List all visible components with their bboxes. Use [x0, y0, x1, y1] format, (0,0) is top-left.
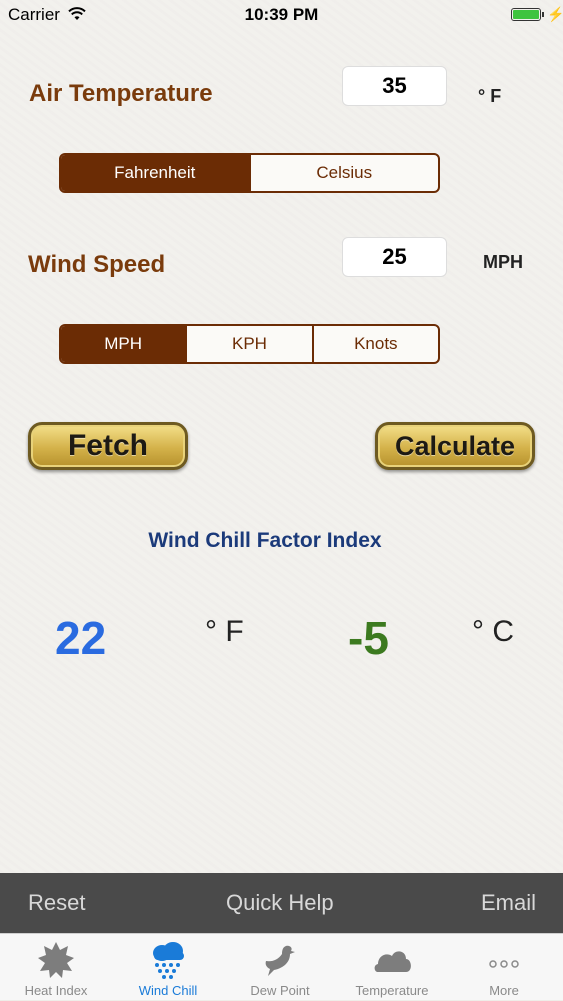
- speed-unit-selector: MPH KPH Knots: [59, 324, 440, 364]
- cloud-icon: [374, 951, 411, 972]
- snow-cloud-icon: [153, 942, 184, 979]
- segment-kph[interactable]: KPH: [185, 326, 311, 362]
- wind-speed-input[interactable]: 25: [342, 237, 447, 277]
- tab-label: Temperature: [355, 983, 429, 998]
- result-fahrenheit-value: 22: [55, 612, 107, 664]
- tab-dew-point[interactable]: Dew Point: [224, 934, 336, 1001]
- segment-fahrenheit[interactable]: Fahrenheit: [61, 155, 249, 191]
- charging-icon: ⚡: [547, 6, 563, 22]
- calculate-button[interactable]: Calculate: [375, 422, 535, 470]
- tab-heat-index[interactable]: Heat Index: [0, 934, 112, 1001]
- tab-label: Wind Chill: [138, 983, 198, 998]
- action-bar: Reset Quick Help Email: [0, 873, 563, 933]
- air-temperature-unit: ° F: [478, 86, 502, 106]
- tab-label: More: [489, 983, 519, 998]
- fetch-button[interactable]: Fetch: [28, 422, 188, 470]
- wind-speed-label: Wind Speed: [28, 251, 166, 278]
- reset-button[interactable]: Reset: [28, 890, 85, 916]
- tab-wind-chill[interactable]: Wind Chill: [112, 934, 224, 1001]
- sun-icon: [38, 942, 74, 978]
- air-temperature-input[interactable]: 35: [342, 66, 447, 106]
- temperature-unit-selector: Fahrenheit Celsius: [59, 153, 440, 193]
- tab-label: Dew Point: [250, 983, 310, 998]
- result-celsius-unit: ° C: [472, 615, 514, 648]
- segment-mph[interactable]: MPH: [61, 326, 186, 362]
- battery-icon: [511, 8, 541, 21]
- tab-label: Heat Index: [24, 983, 88, 998]
- air-temperature-label: Air Temperature: [29, 80, 213, 107]
- email-button[interactable]: Email: [481, 890, 536, 916]
- bird-icon: [265, 945, 295, 976]
- result-celsius-value: -5: [348, 612, 389, 664]
- wind-chill-index-title: Wind Chill Factor Index: [148, 529, 382, 552]
- battery-cap: [542, 12, 544, 17]
- status-time: 10:39 PM: [244, 5, 319, 24]
- wind-speed-unit: MPH: [483, 252, 523, 272]
- segment-knots[interactable]: Knots: [311, 326, 438, 362]
- quick-help-button[interactable]: Quick Help: [226, 890, 334, 916]
- result-fahrenheit-unit: ° F: [205, 615, 244, 648]
- more-dots-icon: [489, 960, 519, 968]
- segment-celsius[interactable]: Celsius: [248, 155, 439, 191]
- tab-bar: Heat Index Wind Chill Dew Point Temperat…: [0, 933, 563, 1000]
- tab-temperature[interactable]: Temperature: [336, 934, 448, 1001]
- tab-more[interactable]: More: [448, 934, 560, 1001]
- status-bar: Carrier 10:39 PM ⚡: [0, 0, 563, 30]
